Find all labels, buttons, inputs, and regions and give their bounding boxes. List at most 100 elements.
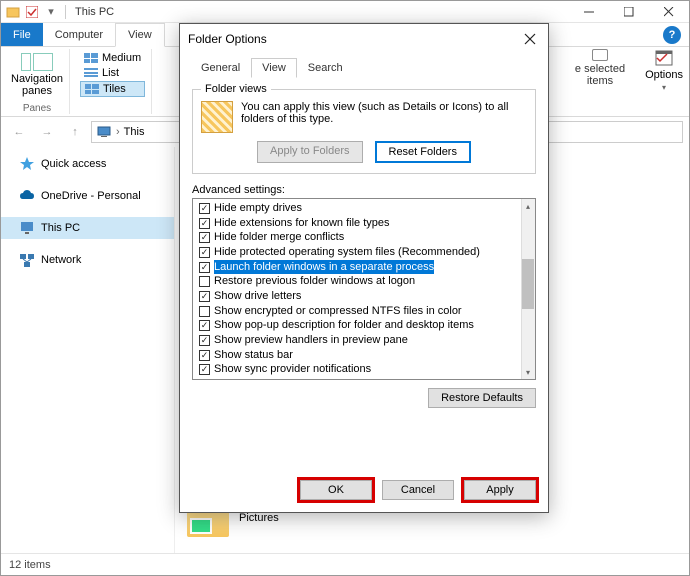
checkbox-icon[interactable] [199, 232, 210, 243]
ribbon-tab-computer[interactable]: Computer [43, 23, 115, 46]
setting-label: Launch folder windows in a separate proc… [214, 260, 434, 275]
folder-views-icon [201, 101, 233, 133]
setting-label: Restore previous folder windows at logon [214, 274, 415, 289]
setting-row[interactable]: Show sync provider notifications [193, 362, 535, 377]
setting-row[interactable]: Show status bar [193, 348, 535, 363]
sidebar-item-label: OneDrive - Personal [41, 190, 141, 202]
cloud-icon [19, 188, 35, 204]
checkbox-icon[interactable] [199, 335, 210, 346]
navigation-panes-button[interactable]: Navigation panes [11, 49, 63, 97]
window-titlebar: ▾ This PC [1, 1, 689, 23]
apply-button[interactable]: Apply [464, 480, 536, 500]
checkbox-icon[interactable] [199, 350, 210, 361]
dialog-tab-view[interactable]: View [251, 58, 297, 78]
setting-label: Hide empty drives [214, 201, 302, 216]
scrollbar[interactable]: ▴ ▾ [521, 199, 535, 379]
setting-row[interactable]: Show preview handlers in preview pane [193, 333, 535, 348]
setting-row[interactable]: Hide empty drives [193, 201, 535, 216]
dialog-tab-general[interactable]: General [190, 58, 251, 78]
sidebar-item-label: This PC [41, 222, 80, 234]
scroll-thumb[interactable] [522, 259, 534, 309]
checkbox-icon[interactable] [199, 247, 210, 258]
dialog-close-button[interactable] [520, 29, 540, 49]
checkbox-icon[interactable] [199, 320, 210, 331]
checkbox-icon[interactable] [199, 364, 210, 375]
maximize-button[interactable] [609, 1, 649, 23]
setting-label: Hide extensions for known file types [214, 216, 389, 231]
setting-row[interactable]: Restore previous folder windows at logon [193, 274, 535, 289]
setting-row[interactable]: Show drive letters [193, 289, 535, 304]
setting-label: Show encrypted or compressed NTFS files … [214, 304, 462, 319]
advanced-settings-list[interactable]: ▴ ▾ Hide empty drivesHide extensions for… [192, 198, 536, 380]
pc-icon [96, 126, 112, 138]
checkbox-icon[interactable] [199, 262, 210, 273]
view-medium[interactable]: Medium [80, 51, 145, 65]
qat-dropdown-icon[interactable]: ▾ [43, 4, 59, 20]
monitor-icon [19, 220, 35, 236]
setting-label: Show preview handlers in preview pane [214, 333, 408, 348]
sidebar-item-network[interactable]: Network [1, 249, 174, 271]
options-label: Options [645, 69, 683, 81]
back-button[interactable]: ← [7, 120, 31, 144]
apply-to-folders-button: Apply to Folders [257, 141, 362, 163]
setting-label: Show status bar [214, 348, 293, 363]
setting-row[interactable]: Hide extensions for known file types [193, 216, 535, 231]
scroll-down-icon[interactable]: ▾ [521, 365, 535, 379]
network-icon [19, 252, 35, 268]
advanced-settings-label: Advanced settings: [192, 184, 536, 196]
minimize-button[interactable] [569, 1, 609, 23]
setting-label: Hide folder merge conflicts [214, 230, 344, 245]
view-list-label: List [102, 67, 119, 79]
checkbox-icon[interactable] [199, 291, 210, 302]
setting-row[interactable]: Show pop-up description for folder and d… [193, 318, 535, 333]
help-icon[interactable]: ? [663, 26, 681, 44]
setting-label: Show pop-up description for folder and d… [214, 318, 474, 333]
checkbox-icon[interactable] [199, 203, 210, 214]
up-button[interactable]: ↑ [63, 120, 87, 144]
status-text: 12 items [9, 559, 51, 571]
app-icon [5, 4, 21, 20]
navigation-panes-label: Navigation panes [11, 73, 63, 97]
nav-sidebar: Quick access OneDrive - Personal This PC… [1, 147, 175, 553]
hide-selected-label: e selected items [575, 63, 625, 87]
setting-label: Show drive letters [214, 289, 301, 304]
setting-row[interactable]: Show encrypted or compressed NTFS files … [193, 304, 535, 319]
checkbox-icon[interactable] [199, 306, 210, 317]
folder-options-dialog: Folder Options General View Search Folde… [179, 23, 549, 513]
view-tiles-label: Tiles [103, 83, 126, 95]
options-button[interactable]: Options ▾ [645, 49, 683, 92]
dialog-tab-search[interactable]: Search [297, 58, 354, 78]
close-button[interactable] [649, 1, 689, 23]
properties-icon[interactable] [24, 4, 40, 20]
folder-views-text: You can apply this view (such as Details… [241, 101, 527, 133]
folder-views-legend: Folder views [201, 83, 271, 95]
sidebar-item-this-pc[interactable]: This PC [1, 217, 174, 239]
checkbox-icon[interactable] [199, 218, 210, 229]
hide-selected-button[interactable]: e selected items [575, 49, 625, 92]
sidebar-item-onedrive[interactable]: OneDrive - Personal [1, 185, 174, 207]
view-tiles[interactable]: Tiles [80, 81, 145, 97]
setting-row[interactable]: Hide folder merge conflicts [193, 230, 535, 245]
ok-button[interactable]: OK [300, 480, 372, 500]
checkbox-icon[interactable] [199, 276, 210, 287]
restore-defaults-button[interactable]: Restore Defaults [428, 388, 536, 408]
status-bar: 12 items [1, 553, 689, 575]
setting-row[interactable]: Launch folder windows in a separate proc… [193, 260, 535, 275]
reset-folders-button[interactable]: Reset Folders [375, 141, 471, 163]
sidebar-item-label: Quick access [41, 158, 106, 170]
sidebar-item-label: Network [41, 254, 81, 266]
view-list[interactable]: List [80, 66, 145, 80]
dialog-title: Folder Options [188, 32, 267, 46]
close-icon [524, 33, 536, 45]
ribbon-tab-view[interactable]: View [115, 23, 165, 47]
address-crumb[interactable]: This [124, 126, 145, 138]
ribbon-tab-file[interactable]: File [1, 23, 43, 46]
forward-button[interactable]: → [35, 120, 59, 144]
view-medium-label: Medium [102, 52, 141, 64]
scroll-up-icon[interactable]: ▴ [521, 199, 535, 213]
sidebar-item-quick-access[interactable]: Quick access [1, 153, 174, 175]
cancel-button[interactable]: Cancel [382, 480, 454, 500]
setting-label: Show sync provider notifications [214, 362, 371, 377]
setting-row[interactable]: Hide protected operating system files (R… [193, 245, 535, 260]
star-icon [19, 156, 35, 172]
